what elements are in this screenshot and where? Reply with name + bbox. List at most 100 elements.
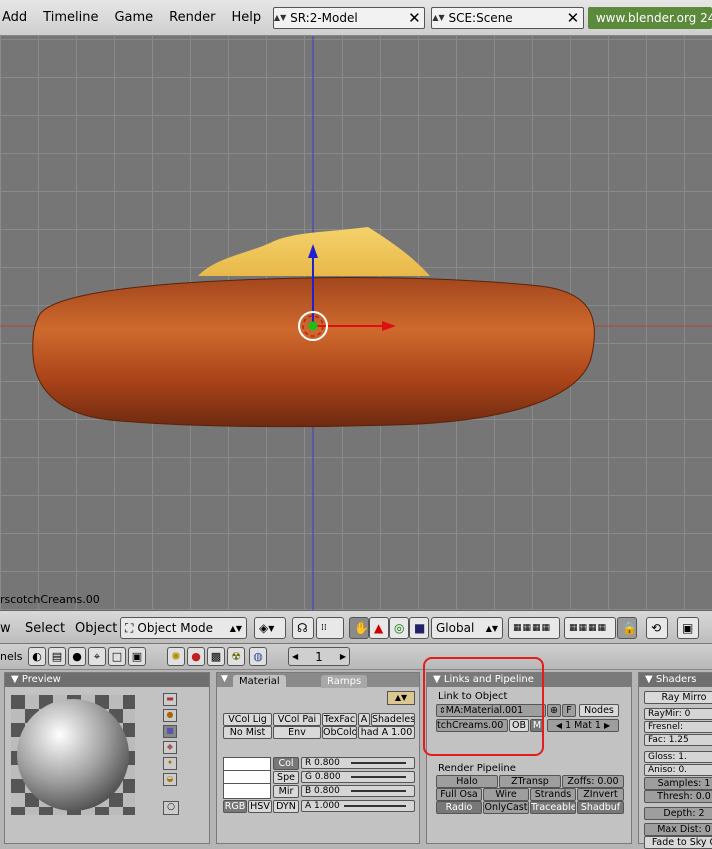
color-swatches[interactable] [223, 757, 271, 799]
zoffs-field[interactable]: Zoffs: 0.00 [562, 775, 624, 788]
alpha-button[interactable]: A [358, 713, 370, 726]
raymir-slider[interactable]: RayMir: 0 [644, 708, 712, 720]
menu-render[interactable]: Render [161, 10, 223, 25]
orientation-selector[interactable]: Global ▲▼ [431, 617, 503, 639]
fresnel-slider[interactable]: Fresnel: [644, 721, 712, 733]
vcol-light-button[interactable]: VCol Lig [223, 713, 272, 726]
monkey-preview-icon[interactable]: ◆ [163, 741, 177, 754]
red-slider[interactable]: R 0.800 [301, 757, 415, 769]
preview-refresh-button[interactable]: ○ [163, 801, 179, 815]
env-button[interactable]: Env [273, 726, 321, 739]
hsv-mode-button[interactable]: HSV [248, 800, 272, 813]
sky-preview-icon[interactable]: ◒ [163, 773, 177, 786]
mir-swatch[interactable] [224, 784, 270, 797]
lock-button[interactable]: 🔒 [617, 617, 637, 639]
nodes-button[interactable]: Nodes [579, 704, 619, 717]
screen-selector[interactable]: ▲▼ SR:2-Model ✕ [273, 6, 426, 29]
fac-slider[interactable]: Fac: 1.25 [644, 734, 712, 746]
hair-preview-icon[interactable]: ✦ [163, 757, 177, 770]
mat-index-text[interactable]: 1 Mat 1 [565, 720, 601, 731]
green-slider[interactable]: G 0.800 [301, 771, 415, 783]
max-dist-field[interactable]: Max Dist: 0 [644, 823, 712, 836]
copy-paste-buttons[interactable]: ▲▼ [387, 691, 415, 705]
editing-context-button[interactable]: □ [108, 647, 126, 666]
no-mist-button[interactable]: No Mist [223, 726, 272, 739]
view-menu[interactable]: w [0, 621, 11, 636]
scene-selector[interactable]: ▲▼ SCE:Scene ✕ [431, 6, 584, 29]
screen-browse-icon[interactable]: ▲▼ [274, 8, 286, 28]
select-menu[interactable]: Select [25, 621, 65, 636]
pivot-button[interactable]: ☊ [292, 617, 314, 639]
rgb-mode-button[interactable]: RGB [223, 800, 247, 813]
scene-browse-icon[interactable]: ▲▼ [432, 8, 444, 28]
depth-field[interactable]: Depth: 2 [644, 807, 712, 820]
world-subcontext-button[interactable]: ◍ [249, 647, 267, 666]
traceable-button[interactable]: Traceable [530, 801, 576, 814]
scene-name[interactable]: SCE:Scene [444, 11, 562, 25]
rotate-manipulator[interactable]: ◎ [389, 617, 409, 639]
ztransp-button[interactable]: ZTransp [499, 775, 561, 788]
manipulator-toggle[interactable]: ✋ [349, 617, 369, 639]
material-index-field[interactable]: ◀ 1 Mat 1 ▶ [547, 719, 619, 732]
draw-type-selector[interactable]: ◈ ▼ [254, 617, 286, 639]
scene-close-icon[interactable]: ✕ [563, 8, 583, 28]
f-button[interactable]: F [562, 704, 576, 717]
shadeless-button[interactable]: Shadeles [371, 713, 415, 726]
mir-button[interactable]: Mir [273, 785, 299, 798]
spe-swatch[interactable] [224, 771, 270, 784]
col-button[interactable]: Col [273, 757, 299, 770]
shadbuf-button[interactable]: Shadbuf [577, 801, 624, 814]
object-menu[interactable]: Object [75, 621, 117, 636]
translate-manipulator[interactable]: ▲ [369, 617, 389, 639]
menu-timeline[interactable]: Timeline [35, 10, 106, 25]
plane-preview-icon[interactable]: ▬ [163, 693, 177, 706]
samples-field[interactable]: Samples: 1 [644, 777, 712, 790]
pivot-options-button[interactable]: ⁞⁞ [316, 617, 344, 639]
viewport-scene[interactable] [0, 36, 712, 610]
screen-close-icon[interactable]: ✕ [404, 8, 424, 28]
render-image-button[interactable]: ▣ [677, 617, 699, 639]
obcolor-button[interactable]: ObColo [322, 726, 357, 739]
tab-ramps[interactable]: Ramps [321, 675, 368, 688]
collapse-icon[interactable]: ▼ [221, 674, 228, 684]
cube-preview-icon[interactable]: ■ [163, 725, 177, 738]
dyn-mode-button[interactable]: DYN [273, 800, 299, 813]
screen-name[interactable]: SR:2-Model [286, 11, 404, 25]
mode-selector[interactable]: ⛶ Object Mode ▲▼ [120, 617, 247, 639]
preview-panel-title[interactable]: ▼ Preview [5, 673, 209, 687]
chevron-left-icon[interactable]: ◀ [556, 721, 562, 730]
chevron-left-icon[interactable]: ◀ [292, 652, 298, 661]
object-context-button[interactable]: ⌖ [88, 647, 106, 666]
shading-context-button[interactable]: ● [68, 647, 86, 666]
texture-subcontext-button[interactable]: ▩ [207, 647, 225, 666]
shaders-panel-title[interactable]: ▼ Shaders [639, 673, 712, 687]
material-subcontext-button[interactable]: ● [187, 647, 205, 666]
scale-manipulator[interactable]: ■ [409, 617, 429, 639]
script-context-button[interactable]: ▤ [48, 647, 66, 666]
full-osa-button[interactable]: Full Osa [436, 788, 482, 801]
alpha-slider[interactable]: A 1.000 [301, 800, 415, 812]
aniso-slider[interactable]: Aniso: 0. [644, 764, 712, 776]
panels-menu[interactable]: nels [0, 650, 23, 663]
blue-slider[interactable]: B 0.800 [301, 785, 415, 797]
layer-buttons-right[interactable]: ▦▦▦▦ [564, 617, 616, 639]
fake-user-button[interactable]: ⊕ [547, 704, 561, 717]
thresh-field[interactable]: Thresh: 0.0 [644, 790, 712, 803]
render-preview-button[interactable]: ⟲ [646, 617, 668, 639]
zinvert-button[interactable]: ZInvert [577, 788, 624, 801]
menu-help[interactable]: Help [223, 10, 269, 25]
wire-button[interactable]: Wire [483, 788, 529, 801]
menu-add[interactable]: Add [0, 10, 35, 25]
layer-buttons-left[interactable]: ▦▦▦▦ [508, 617, 560, 639]
col-swatch[interactable] [224, 758, 270, 771]
frame-value[interactable]: 1 [315, 650, 323, 664]
spe-button[interactable]: Spe [273, 771, 299, 784]
vcol-paint-button[interactable]: VCol Pai [273, 713, 321, 726]
logic-context-button[interactable]: ◐ [28, 647, 46, 666]
gloss-slider[interactable]: Gloss: 1. [644, 751, 712, 763]
menu-game[interactable]: Game [106, 10, 161, 25]
sphere-preview-icon[interactable]: ● [163, 709, 177, 722]
radiosity-subcontext-button[interactable]: ☢ [227, 647, 245, 666]
website-text[interactable]: www.blender.org 24 [596, 11, 712, 25]
chevron-right-icon[interactable]: ▶ [340, 652, 346, 661]
